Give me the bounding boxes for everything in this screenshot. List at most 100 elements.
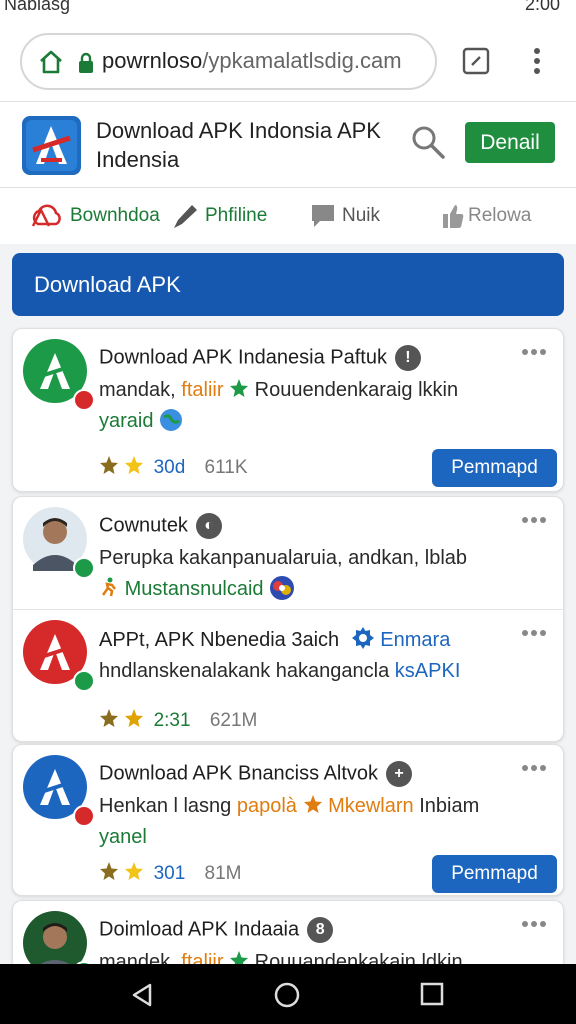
record-badge-icon bbox=[73, 805, 95, 827]
rating-row: 301 81M bbox=[99, 861, 242, 885]
list-item[interactable]: APPt, APK Nbenedia 3aich Enmara hndlansk… bbox=[13, 609, 565, 743]
url-prefix: powrnloso bbox=[102, 48, 203, 73]
item-description: Perupka kakanpanualaruia, andkan, lblab … bbox=[99, 543, 539, 605]
item-title-link[interactable]: Enmara bbox=[380, 629, 450, 651]
app-header: Download APK Indonsia APK Indensia Denai… bbox=[0, 102, 576, 188]
back-icon[interactable] bbox=[130, 982, 154, 1008]
browser-toolbar: powrnloso/ypkamalatlsdig.cam bbox=[0, 20, 576, 102]
item-title: Download APK Bnanciss Altvok + bbox=[99, 761, 413, 787]
lock-icon bbox=[79, 52, 93, 73]
more-options-icon[interactable] bbox=[521, 515, 547, 525]
info-icon[interactable]: ! bbox=[394, 345, 421, 371]
tab-download-label: Bownhdoa bbox=[70, 205, 160, 226]
header-action-button[interactable]: Denail bbox=[465, 122, 555, 163]
sparkle-icon bbox=[230, 379, 249, 397]
home-icon[interactable] bbox=[38, 49, 64, 75]
item-title: APPt, APK Nbenedia 3aich Enmara bbox=[99, 626, 450, 652]
desc-highlight: ksAPKI bbox=[394, 660, 461, 682]
system-navigation-bar bbox=[0, 964, 576, 1024]
status-bar: Nablasg 2:00 bbox=[0, 0, 576, 20]
half-circle-icon[interactable]: ◐ bbox=[195, 513, 222, 539]
download-count: 621M bbox=[209, 710, 258, 731]
app-title: Download APK Indonsia APK Indensia bbox=[96, 118, 381, 172]
desc-line2: yaraid bbox=[99, 410, 154, 432]
tab-chat-label: Nuik bbox=[342, 205, 381, 226]
gear-badge-icon bbox=[351, 627, 374, 649]
star-outline-icon bbox=[125, 456, 144, 474]
download-banner[interactable]: Download APK bbox=[12, 253, 564, 316]
record-badge-icon bbox=[73, 389, 95, 411]
app-icon bbox=[23, 620, 95, 692]
item-description: mandak, ftaliir Rouuendenkaraig lkkin ya… bbox=[99, 375, 539, 437]
star-filled-icon bbox=[100, 456, 118, 474]
download-count: 611K bbox=[204, 457, 248, 478]
desc-highlight: Mustansnulcaid bbox=[124, 578, 264, 600]
item-title-text: Download APK Bnanciss Altvok bbox=[99, 762, 379, 785]
globe-icon bbox=[160, 409, 183, 431]
item-title-text: Cownutek bbox=[99, 514, 188, 537]
rating-value: 2:31 bbox=[153, 710, 191, 731]
install-button[interactable]: Pemmapd bbox=[432, 449, 557, 487]
chat-bubble-icon bbox=[312, 205, 334, 227]
desc-line2: yanel bbox=[99, 826, 147, 848]
pen-icon bbox=[174, 205, 197, 228]
tabs-icon[interactable] bbox=[462, 47, 490, 75]
url-bar[interactable]: powrnloso/ypkamalatlsdig.cam bbox=[20, 33, 437, 90]
app-icon bbox=[23, 755, 95, 827]
recents-icon[interactable] bbox=[420, 982, 444, 1006]
person-running-icon bbox=[101, 577, 116, 597]
list-item[interactable]: Download APK Indanesia Paftuk! mandak, f… bbox=[13, 329, 565, 493]
app-card: Download APK Indanesia Paftuk! mandak, f… bbox=[12, 328, 564, 492]
url-text[interactable]: powrnloso/ypkamalatlsdig.cam bbox=[102, 48, 402, 74]
download-count: 81M bbox=[204, 863, 242, 884]
status-time: 2:00 bbox=[524, 0, 560, 14]
verified-badge-icon bbox=[73, 670, 95, 692]
category-tabs: Bownhdoa Phfiline Nuik Relowa bbox=[0, 188, 576, 244]
list-item[interactable]: Cownutek ◐ Perupka kakanpanualaruia, andk… bbox=[13, 497, 565, 609]
more-options-icon[interactable] bbox=[521, 919, 547, 929]
desc-rest: Rouuendenkaraig lkkin bbox=[254, 379, 459, 401]
rating-row: 2:31 621M bbox=[99, 708, 257, 732]
list-item[interactable]: Download APK Bnanciss Altvok + Henkan l l… bbox=[13, 745, 565, 897]
app-icon bbox=[23, 339, 95, 411]
colorful-orb-icon bbox=[270, 576, 295, 600]
desc-prefix: hndlanskenalakank hakangancla bbox=[99, 660, 390, 682]
desc-prefix: mandak, bbox=[99, 379, 176, 401]
app-logo-icon bbox=[26, 120, 77, 171]
star-badge-icon bbox=[303, 795, 322, 813]
item-title-text: Doimload APK Indaaia bbox=[99, 918, 300, 941]
search-icon[interactable] bbox=[410, 124, 446, 160]
more-options-icon[interactable] bbox=[521, 628, 547, 638]
desc-prefix: Henkan l lasng bbox=[99, 795, 232, 817]
overflow-menu-icon[interactable] bbox=[526, 46, 548, 76]
rating-row: 30d 611K bbox=[99, 455, 248, 479]
star-filled-icon bbox=[125, 709, 144, 727]
star-filled-icon bbox=[100, 709, 118, 727]
desc-prefix: Perupka kakanpanualaruia, andkan, lblab bbox=[99, 547, 468, 569]
star-filled-icon bbox=[100, 862, 118, 880]
desc-rest: Inbiam bbox=[419, 795, 480, 817]
desc-highlight-2: Mkewlarn bbox=[328, 795, 414, 817]
number-badge-icon[interactable]: 8 bbox=[307, 917, 334, 943]
rating-value: 30d bbox=[153, 457, 186, 478]
url-path: /ypkamalatlsdig.cam bbox=[202, 48, 402, 73]
tab-review-label: Relowa bbox=[468, 205, 532, 226]
item-title: Cownutek ◐ bbox=[99, 513, 222, 539]
download-cloud-icon bbox=[31, 204, 61, 227]
install-button[interactable]: Pemmapd bbox=[432, 855, 557, 893]
avatar bbox=[23, 507, 95, 579]
tab-profile-label: Phfiline bbox=[205, 205, 268, 226]
item-title-text: APPt, APK Nbenedia 3aich bbox=[99, 629, 340, 651]
desc-highlight: papolà bbox=[236, 795, 297, 817]
item-title: Doimload APK Indaaia 8 bbox=[99, 917, 334, 943]
more-options-icon[interactable] bbox=[521, 763, 547, 773]
desc-highlight: ftaliir bbox=[181, 379, 224, 401]
more-options-icon[interactable] bbox=[521, 347, 547, 357]
item-title-text: Download APK Indanesia Paftuk bbox=[99, 346, 387, 369]
add-icon[interactable]: + bbox=[386, 761, 413, 787]
app-logo[interactable] bbox=[22, 116, 81, 175]
item-description: hndlanskenalakank hakangancla ksAPKI bbox=[99, 656, 539, 687]
rating-value: 301 bbox=[153, 863, 186, 884]
home-nav-icon[interactable] bbox=[274, 982, 300, 1008]
star-outline-icon bbox=[125, 862, 144, 880]
